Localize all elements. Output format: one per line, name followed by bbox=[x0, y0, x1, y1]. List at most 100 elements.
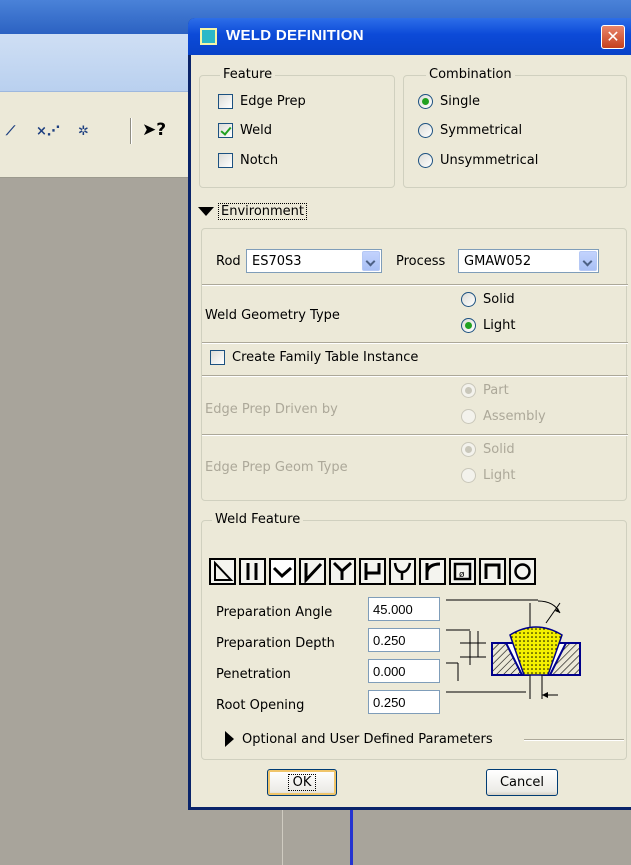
weld-checkbox[interactable]: Weld bbox=[218, 123, 272, 138]
dialog-app-icon bbox=[200, 28, 217, 45]
dialog-body: Feature Edge Prep Weld Notch Combination… bbox=[191, 55, 631, 807]
symmetrical-radio[interactable]: Symmetrical bbox=[418, 123, 522, 138]
geom-solid-radio[interactable]: Solid bbox=[461, 442, 515, 457]
edge-prep-geom-label: Edge Prep Geom Type bbox=[205, 460, 348, 475]
expand-triangle-icon bbox=[225, 731, 234, 747]
radio-circle[interactable] bbox=[461, 292, 476, 307]
radio-circle[interactable] bbox=[461, 409, 476, 424]
svg-text:ø: ø bbox=[459, 570, 465, 580]
weld-definition-dialog: WELD DEFINITION ✕ Feature Edge Prep Weld… bbox=[188, 18, 631, 810]
radio-circle[interactable] bbox=[418, 94, 433, 109]
notch-label: Notch bbox=[240, 153, 279, 168]
ok-button[interactable]: OK bbox=[267, 769, 337, 796]
toolbar-separator bbox=[130, 118, 132, 144]
checkbox-box[interactable] bbox=[218, 94, 233, 109]
light-label: Light bbox=[483, 468, 516, 483]
preparation-depth-label: Preparation Depth bbox=[216, 636, 335, 651]
toolbar-point-icon[interactable]: ✲ bbox=[78, 124, 89, 139]
preparation-depth-input[interactable] bbox=[368, 628, 440, 652]
part-label: Part bbox=[483, 383, 509, 398]
single-label: Single bbox=[440, 94, 480, 109]
feature-group-label: Feature bbox=[220, 67, 276, 82]
radio-circle[interactable] bbox=[461, 383, 476, 398]
divider bbox=[202, 375, 628, 377]
rod-label: Rod bbox=[216, 254, 241, 269]
unsymmetrical-label: Unsymmetrical bbox=[440, 153, 539, 168]
assembly-label: Assembly bbox=[483, 409, 546, 424]
solid-label: Solid bbox=[483, 292, 515, 307]
feature-group: Feature Edge Prep Weld Notch bbox=[199, 67, 395, 188]
family-table-label: Create Family Table Instance bbox=[232, 350, 419, 365]
weld-feature-label: Weld Feature bbox=[212, 512, 304, 527]
edge-prep-label: Edge Prep bbox=[240, 94, 306, 109]
rod-select[interactable]: ES70S3 bbox=[246, 249, 382, 273]
symmetrical-label: Symmetrical bbox=[440, 123, 523, 138]
geometry-light-radio[interactable]: Light bbox=[461, 318, 515, 333]
driven-part-radio[interactable]: Part bbox=[461, 383, 509, 398]
y-groove-icon[interactable] bbox=[329, 558, 356, 585]
divider bbox=[524, 739, 624, 741]
weld-geometry-type-label: Weld Geometry Type bbox=[205, 308, 340, 323]
divider bbox=[202, 434, 628, 436]
unsymmetrical-radio[interactable]: Unsymmetrical bbox=[418, 153, 538, 168]
checkbox-box[interactable] bbox=[218, 153, 233, 168]
toolbar-axis-icon[interactable]: ×⋰ bbox=[36, 124, 60, 139]
environment-label: Environment bbox=[218, 203, 308, 220]
radio-circle[interactable] bbox=[418, 123, 433, 138]
v-groove-icon[interactable] bbox=[269, 558, 296, 585]
notch-checkbox[interactable]: Notch bbox=[218, 153, 278, 168]
penetration-input[interactable] bbox=[368, 659, 440, 683]
environment-expander[interactable]: Environment bbox=[198, 203, 308, 220]
collapse-triangle-icon bbox=[198, 207, 214, 216]
process-label: Process bbox=[396, 254, 446, 269]
radio-circle[interactable] bbox=[418, 153, 433, 168]
dialog-title-bar[interactable]: WELD DEFINITION ✕ bbox=[188, 18, 631, 55]
checkbox-box[interactable] bbox=[210, 350, 225, 365]
driven-assembly-radio[interactable]: Assembly bbox=[461, 409, 546, 424]
spot-icon[interactable] bbox=[509, 558, 536, 585]
penetration-label: Penetration bbox=[216, 667, 291, 682]
combination-group-label: Combination bbox=[426, 67, 515, 82]
weld-diagram-illustration bbox=[446, 599, 581, 699]
family-table-checkbox[interactable]: Create Family Table Instance bbox=[210, 350, 418, 365]
root-opening-input[interactable] bbox=[368, 690, 440, 714]
square-edge-icon[interactable] bbox=[209, 558, 236, 585]
preparation-angle-input[interactable] bbox=[368, 597, 440, 621]
plug-icon[interactable]: ø bbox=[449, 558, 476, 585]
radio-circle[interactable] bbox=[461, 318, 476, 333]
preparation-angle-label: Preparation Angle bbox=[216, 605, 333, 620]
process-value: GMAW052 bbox=[464, 253, 532, 269]
environment-group: Rod ES70S3 Process GMAW052 Weld Geometry… bbox=[201, 228, 628, 501]
edge-prep-driven-label: Edge Prep Driven by bbox=[205, 402, 338, 417]
optional-parameters-label: Optional and User Defined Parameters bbox=[242, 731, 493, 747]
j-groove-icon[interactable] bbox=[419, 558, 446, 585]
cancel-button[interactable]: Cancel bbox=[486, 769, 558, 796]
rod-value: ES70S3 bbox=[252, 253, 302, 269]
divider bbox=[202, 342, 628, 344]
process-select[interactable]: GMAW052 bbox=[458, 249, 599, 273]
slot-icon[interactable] bbox=[479, 558, 506, 585]
root-opening-label: Root Opening bbox=[216, 698, 305, 713]
double-bar-icon[interactable] bbox=[239, 558, 266, 585]
divider bbox=[202, 284, 628, 286]
single-radio[interactable]: Single bbox=[418, 94, 480, 109]
close-icon[interactable]: ✕ bbox=[601, 25, 625, 49]
geom-light-radio[interactable]: Light bbox=[461, 468, 515, 483]
geometry-solid-radio[interactable]: Solid bbox=[461, 292, 515, 307]
ok-label: OK bbox=[287, 774, 317, 791]
radio-circle[interactable] bbox=[461, 468, 476, 483]
context-help-icon[interactable]: ➤? bbox=[142, 120, 166, 140]
light-label: Light bbox=[483, 318, 516, 333]
u-groove-icon[interactable] bbox=[389, 558, 416, 585]
radio-circle[interactable] bbox=[461, 442, 476, 457]
edge-prep-checkbox[interactable]: Edge Prep bbox=[218, 94, 306, 109]
dialog-title: WELD DEFINITION bbox=[226, 27, 364, 44]
bevel-j-icon[interactable] bbox=[359, 558, 386, 585]
checkbox-box[interactable] bbox=[218, 123, 233, 138]
chevron-down-icon[interactable] bbox=[579, 251, 597, 271]
bevel-icon[interactable] bbox=[299, 558, 326, 585]
toolbar-datum-icon[interactable]: ⟋ bbox=[6, 124, 15, 139]
chevron-down-icon[interactable] bbox=[362, 251, 380, 271]
combination-group: Combination Single Symmetrical Unsymmetr… bbox=[403, 67, 627, 188]
optional-parameters-expander[interactable]: Optional and User Defined Parameters bbox=[225, 731, 493, 747]
